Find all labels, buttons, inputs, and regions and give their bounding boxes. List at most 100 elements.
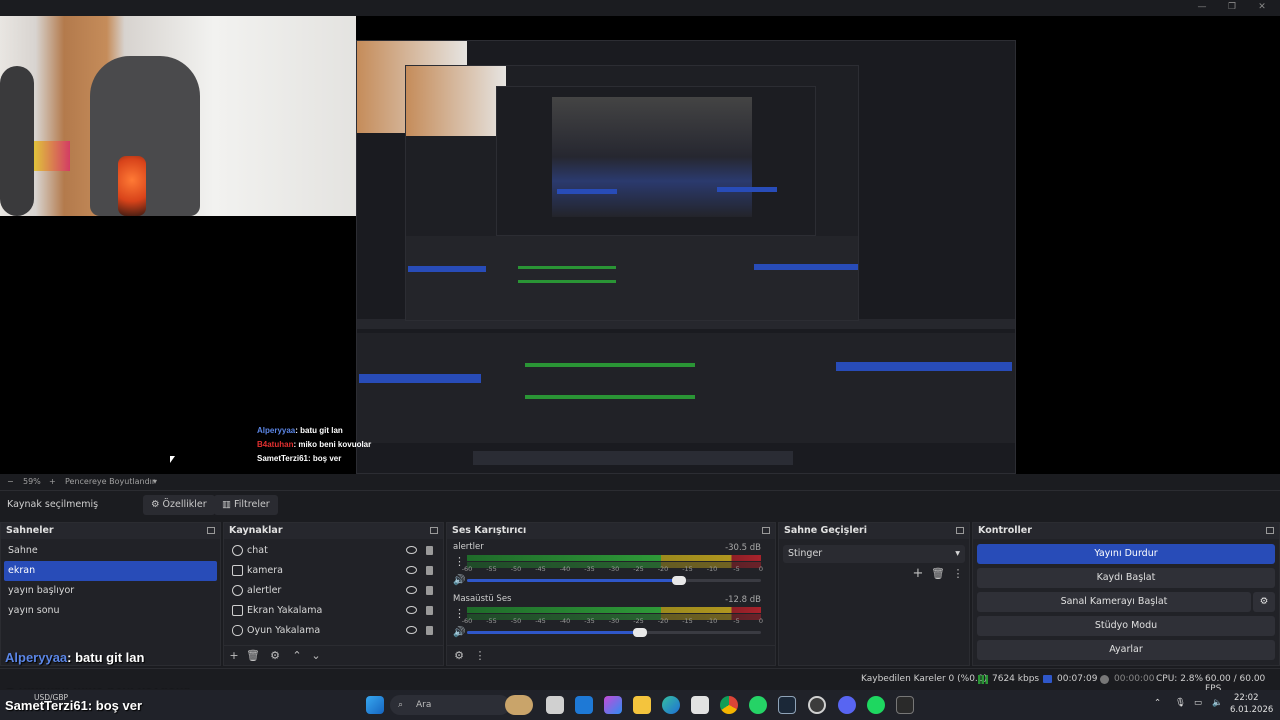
chrome-icon[interactable] xyxy=(720,696,738,714)
lock-icon[interactable] xyxy=(426,586,433,595)
discord-icon[interactable] xyxy=(838,696,856,714)
meter-tick-label: -45 xyxy=(535,565,546,573)
windows-start-icon[interactable] xyxy=(366,696,384,714)
source-item-ekran-yakalama[interactable]: Ekran Yakalama xyxy=(224,601,443,621)
volume-slider[interactable] xyxy=(467,628,761,637)
eye-icon[interactable] xyxy=(406,566,417,574)
meter-tick-label: 0 xyxy=(758,617,764,625)
scene-transitions-dock: Sahne Geçişleri Stinger ▾ + 🗑 ⋮ xyxy=(778,522,970,666)
edge-icon[interactable] xyxy=(662,696,680,714)
gear-icon[interactable]: ⚙ xyxy=(452,649,466,663)
trash-icon[interactable]: 🗑 xyxy=(246,649,260,663)
outlook-icon[interactable] xyxy=(575,696,593,714)
chevron-down-icon[interactable]: ⌄ xyxy=(309,649,323,663)
trash-icon[interactable]: 🗑 xyxy=(931,567,945,581)
scene-item[interactable]: Sahne xyxy=(1,541,220,561)
chevron-up-icon[interactable]: ⌃ xyxy=(290,649,304,663)
epic-games-icon[interactable] xyxy=(896,696,914,714)
kebab-menu-icon[interactable]: ⋮ xyxy=(951,567,965,581)
volume-slider[interactable] xyxy=(467,576,761,585)
title-bar: — ❐ ✕ xyxy=(0,0,1280,16)
scene-item-selected[interactable]: ekran xyxy=(4,561,217,581)
microphone-icon[interactable]: 🎙 xyxy=(1175,698,1186,708)
transition-select[interactable]: Stinger ▾ xyxy=(783,545,965,563)
undock-icon[interactable] xyxy=(207,527,215,534)
fit-to-window-button[interactable]: Pencereye Boyutlandır xyxy=(65,477,155,486)
eye-icon[interactable] xyxy=(406,606,417,614)
source-item-chat[interactable]: chat xyxy=(224,541,443,561)
clock-date[interactable]: 6.01.2026 xyxy=(1230,705,1273,715)
eye-icon[interactable] xyxy=(406,626,417,634)
whatsapp-icon[interactable] xyxy=(749,696,767,714)
bitrate: 7624 kbps xyxy=(992,674,1040,684)
preview-canvas[interactable]: Alperyyaa: batu git lan B4atuhan: miko b… xyxy=(0,16,1280,474)
lock-icon[interactable] xyxy=(426,546,433,555)
zoom-out-button[interactable]: − xyxy=(7,477,14,486)
undock-icon[interactable] xyxy=(956,527,964,534)
speaker-icon[interactable]: 🔊 xyxy=(453,627,465,638)
gear-icon[interactable]: ⚙ xyxy=(268,649,282,663)
lock-icon[interactable] xyxy=(426,566,433,575)
copilot-icon[interactable] xyxy=(604,696,622,714)
close-icon[interactable]: ✕ xyxy=(1246,0,1278,14)
filters-button[interactable]: ▥ Filtreler xyxy=(214,495,278,515)
start-recording-button[interactable]: Kaydı Başlat xyxy=(977,568,1275,588)
clock-time[interactable]: 22:02 xyxy=(1234,693,1259,703)
steam-icon[interactable] xyxy=(778,696,796,714)
controls-dock: Kontroller Yayını Durdur Kaydı Başlat Sa… xyxy=(972,522,1280,666)
source-item-oyun-yakalama[interactable]: Oyun Yakalama xyxy=(224,621,443,641)
meter-tick-label: -30 xyxy=(608,617,620,625)
taskbar-search[interactable]: ⌕ Ara xyxy=(390,695,510,715)
browser-icon xyxy=(232,585,243,596)
file-explorer-icon[interactable] xyxy=(633,696,651,714)
add-icon[interactable]: + xyxy=(227,649,241,663)
store-icon[interactable] xyxy=(691,696,709,714)
gear-icon[interactable]: ⚙ xyxy=(1253,592,1275,612)
zoom-level[interactable]: 59% xyxy=(23,477,41,486)
properties-button[interactable]: ⚙ Özellikler xyxy=(143,495,215,515)
spotify-icon[interactable] xyxy=(867,696,885,714)
network-icon[interactable]: ▭ xyxy=(1194,698,1202,708)
undock-icon[interactable] xyxy=(430,527,438,534)
add-icon[interactable]: + xyxy=(911,567,925,581)
task-view-icon[interactable] xyxy=(546,696,564,714)
stream-icon xyxy=(1043,675,1052,683)
undock-icon[interactable] xyxy=(1266,527,1274,534)
scene-item[interactable]: yayın sonu xyxy=(1,601,220,621)
maximize-icon[interactable]: ❐ xyxy=(1216,0,1248,14)
minimize-icon[interactable]: — xyxy=(1186,0,1218,14)
meter-tick-label: 0 xyxy=(758,565,764,573)
nested-chat: Alperyyaa: batu git lan B4atuhan: miko b… xyxy=(257,426,372,463)
volume-icon[interactable]: 🔈 xyxy=(1212,698,1223,708)
lock-icon[interactable] xyxy=(426,626,433,635)
source-item-kamera[interactable]: kamera xyxy=(224,561,443,581)
obs-icon[interactable] xyxy=(808,696,826,714)
signal-icon xyxy=(978,675,988,684)
start-virtual-camera-button[interactable]: Sanal Kamerayı Başlat xyxy=(977,592,1251,612)
search-icon: ⌕ xyxy=(398,700,404,710)
source-item-alertler[interactable]: alertler xyxy=(224,581,443,601)
settings-button[interactable]: Ayarlar xyxy=(977,640,1275,660)
webcam-feed xyxy=(0,16,356,216)
undock-icon[interactable] xyxy=(762,527,770,534)
lock-icon[interactable] xyxy=(426,606,433,615)
meter-tick-label: -5 xyxy=(733,565,740,573)
meter-tick-label: -25 xyxy=(633,565,644,573)
source-list: chat kamera alertler Ekran Yakalama Oyun… xyxy=(224,539,443,641)
chevron-up-icon[interactable]: ⌃ xyxy=(1154,698,1161,708)
controls-title: Kontroller xyxy=(978,525,1032,536)
stop-stream-button[interactable]: Yayını Durdur xyxy=(977,544,1275,564)
meter-tick-label: -35 xyxy=(584,565,595,573)
kebab-menu-icon[interactable]: ⋮ xyxy=(473,649,487,663)
meter-tick-label: -10 xyxy=(706,565,718,573)
studio-mode-button[interactable]: Stüdyo Modu xyxy=(977,616,1275,636)
widgets-icon[interactable] xyxy=(505,695,533,715)
chevron-down-icon[interactable]: ▾ xyxy=(153,477,157,486)
speaker-icon[interactable]: 🔊 xyxy=(453,575,465,586)
zoom-in-button[interactable]: + xyxy=(49,477,56,486)
stream-time: 00:07:09 xyxy=(1057,674,1098,684)
sources-footer: + 🗑 ⚙ ⌃ ⌄ xyxy=(224,645,443,665)
scene-item[interactable]: yayın başlıyor xyxy=(1,581,220,601)
eye-icon[interactable] xyxy=(406,546,417,554)
eye-icon[interactable] xyxy=(406,586,417,594)
